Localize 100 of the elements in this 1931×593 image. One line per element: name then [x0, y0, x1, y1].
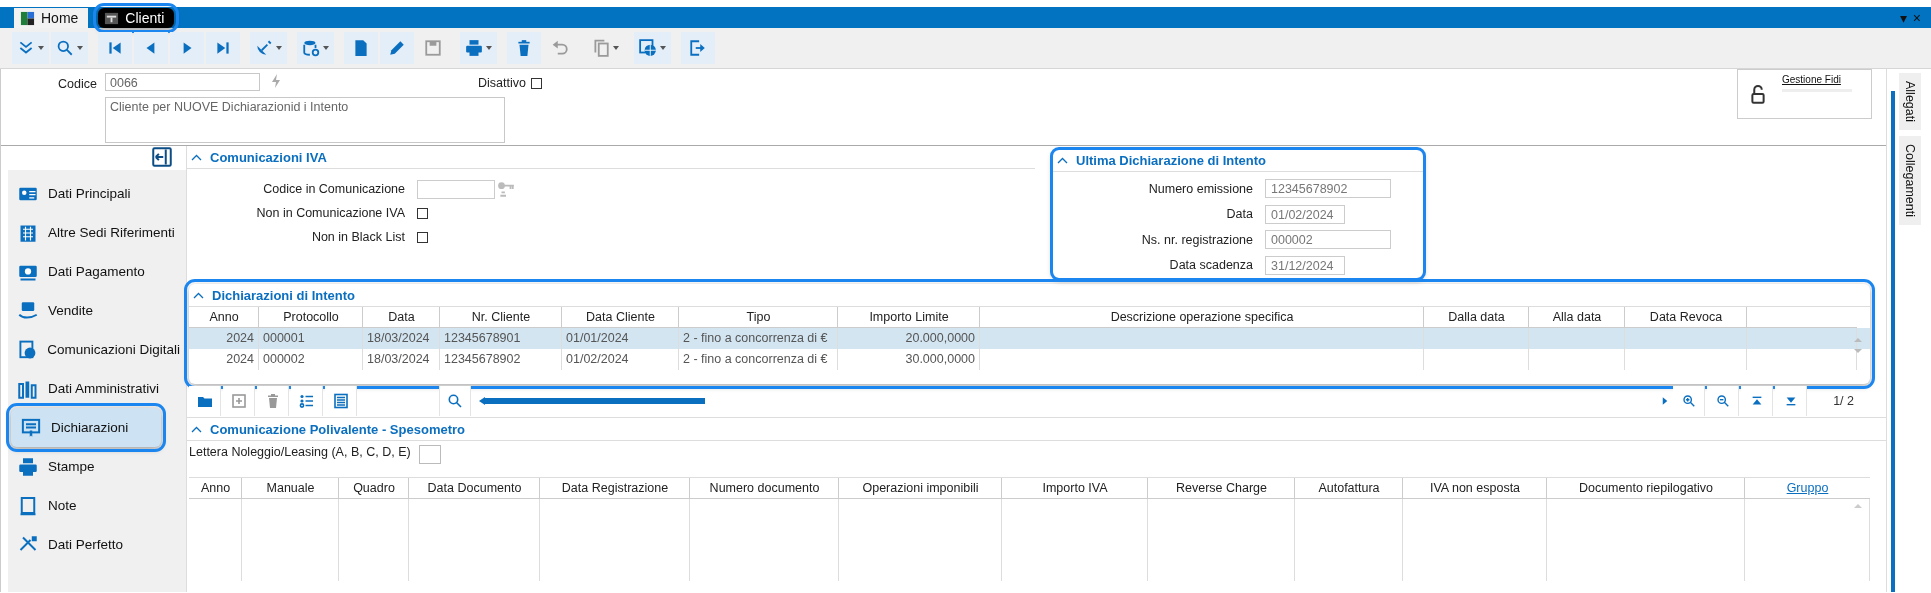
field-label: Non in Comunicazione IVA [255, 206, 405, 220]
table-row[interactable]: 2024 000002 18/03/2024 12345678902 01/02/2024 2 - fino a concorrenza di € 30.000,0000 [189, 349, 1870, 370]
caret-icon [323, 46, 329, 50]
tool-button[interactable] [439, 385, 471, 416]
toolbar-button[interactable] [206, 32, 240, 64]
table-cell: 01/01/2024 [566, 331, 629, 345]
toolbar-button[interactable] [12, 32, 49, 64]
column-header: Data Revoca [1649, 310, 1723, 324]
collapse-button[interactable] [152, 146, 172, 170]
certificate-icon [21, 417, 41, 438]
table-icon [332, 392, 349, 409]
sidebar-item[interactable]: Dati Amministrativi [8, 369, 186, 408]
toolbar-button[interactable] [460, 32, 497, 64]
column-header: Protocollo [283, 310, 339, 324]
sidebar-item[interactable]: Note [8, 486, 186, 525]
side-tab[interactable]: Collegamenti [1899, 136, 1921, 225]
tool-button[interactable] [1775, 385, 1808, 416]
key-icon [497, 180, 515, 198]
side-tab[interactable]: Allegati [1899, 73, 1921, 130]
column-header: Autofattura [1318, 481, 1380, 495]
sidebar-item[interactable]: Vendite [8, 291, 186, 330]
toolbar-button[interactable] [634, 32, 671, 64]
caret-icon [486, 46, 492, 50]
scroll-arrows-icon [1854, 337, 1862, 355]
input-field[interactable]: 000002 [1265, 230, 1391, 250]
column-header: Descrizione operazione specifica [1110, 310, 1294, 324]
toolbar-button[interactable] [98, 32, 132, 64]
table-cell: 2024 [226, 352, 254, 366]
zoom-in-icon [1681, 393, 1696, 408]
column-header: Data Documento [427, 481, 522, 495]
toolbar-button[interactable] [51, 32, 88, 64]
table-cell: 12345678901 [444, 331, 521, 345]
chevron-up-icon[interactable] [1057, 157, 1068, 164]
toolbar-button[interactable] [681, 32, 715, 64]
printer-icon [18, 456, 38, 477]
toolbar-button[interactable] [380, 32, 414, 64]
toolbar-button[interactable] [134, 32, 168, 64]
sidebar-item[interactable]: Dati Pagamento [8, 252, 186, 291]
link[interactable]: Gruppo [1786, 481, 1829, 495]
copy-icon [592, 39, 610, 57]
sidebar-item[interactable]: Dati Principali [8, 174, 186, 213]
table-cell: 12345678902 [444, 352, 521, 366]
toolbar-button[interactable] [507, 32, 541, 64]
sidebar-item[interactable]: Altre Sedi Riferimenti [8, 213, 186, 252]
tool-button[interactable] [325, 385, 357, 416]
checkbox[interactable] [530, 77, 542, 89]
scroll-arrow-icon [1854, 502, 1862, 510]
tab[interactable]: Home [14, 8, 89, 28]
table-cell: 20.000,0000 [905, 331, 975, 345]
toolbar-button[interactable] [250, 32, 287, 64]
column-header: Quadro [353, 481, 395, 495]
tool-button[interactable] [291, 385, 323, 416]
collapse-panel-icon [152, 146, 172, 167]
printer-icon [465, 39, 483, 57]
checkbox[interactable] [417, 231, 428, 243]
horizontal-scrollbar[interactable] [479, 395, 705, 406]
tool-button[interactable] [189, 385, 221, 416]
input-field[interactable]: 12345678902 [1265, 179, 1391, 199]
sidebar-item[interactable]: Dati Perfetto [8, 525, 186, 564]
text-area[interactable]: Cliente per NUOVE Dichiarazionid i Intento [105, 97, 505, 143]
undo-icon [551, 39, 569, 57]
column-header: Data Registrazione [561, 481, 669, 495]
tool-button[interactable] [1673, 385, 1706, 416]
chevron-up-icon[interactable] [193, 291, 204, 299]
input-field[interactable]: 31/12/2024 [1265, 255, 1345, 275]
toolbar-button[interactable] [297, 32, 334, 64]
table-cell: 30.000,0000 [905, 352, 975, 366]
sidebar-item[interactable]: Comunicazioni Digitali [8, 330, 186, 369]
caret-icon [276, 46, 282, 50]
chevron-up-icon[interactable] [191, 153, 202, 161]
input-field[interactable]: 01/02/2024 [1265, 204, 1345, 224]
skip-first-icon [106, 39, 124, 57]
scrollbar[interactable] [1891, 91, 1895, 592]
toolbar-button[interactable] [344, 32, 378, 64]
tool-button[interactable] [1741, 385, 1774, 416]
globe-icon [639, 39, 657, 57]
exit-icon [689, 39, 707, 57]
input-field[interactable] [418, 445, 441, 464]
table-row[interactable]: 2024 000001 18/03/2024 12345678901 01/01/2024 2 - fino a concorrenza di € 20.000,0000 [189, 328, 1870, 349]
dropdown-button[interactable]: ▾ [1899, 10, 1907, 25]
tool-button[interactable] [1707, 385, 1740, 416]
table-cell: 2 - fino a concorrenza di € [683, 352, 828, 366]
link[interactable]: Gestione Fidi [1782, 74, 1841, 85]
field-label: Data scadenza [1168, 258, 1253, 273]
close-button[interactable]: × [1912, 10, 1921, 25]
section-title: Comunicazioni IVA [210, 149, 327, 165]
toolbar-button[interactable] [170, 32, 204, 64]
input-field[interactable]: 0066 [105, 73, 260, 91]
caret-icon [77, 46, 83, 50]
column-header: Operazioni imponibili [862, 481, 979, 495]
input-field[interactable] [417, 179, 495, 199]
chevron-up-icon[interactable] [191, 425, 202, 433]
column-header: Documento riepilogativo [1578, 481, 1714, 495]
caret-icon [613, 46, 619, 50]
checkbox[interactable] [417, 207, 428, 219]
table-cell: 2024 [226, 331, 254, 345]
page-counter: 1/ 2 [1833, 393, 1854, 408]
column-header: Data [388, 310, 415, 324]
sidebar-item[interactable]: Stampe [8, 447, 186, 486]
document-icon [352, 39, 370, 57]
